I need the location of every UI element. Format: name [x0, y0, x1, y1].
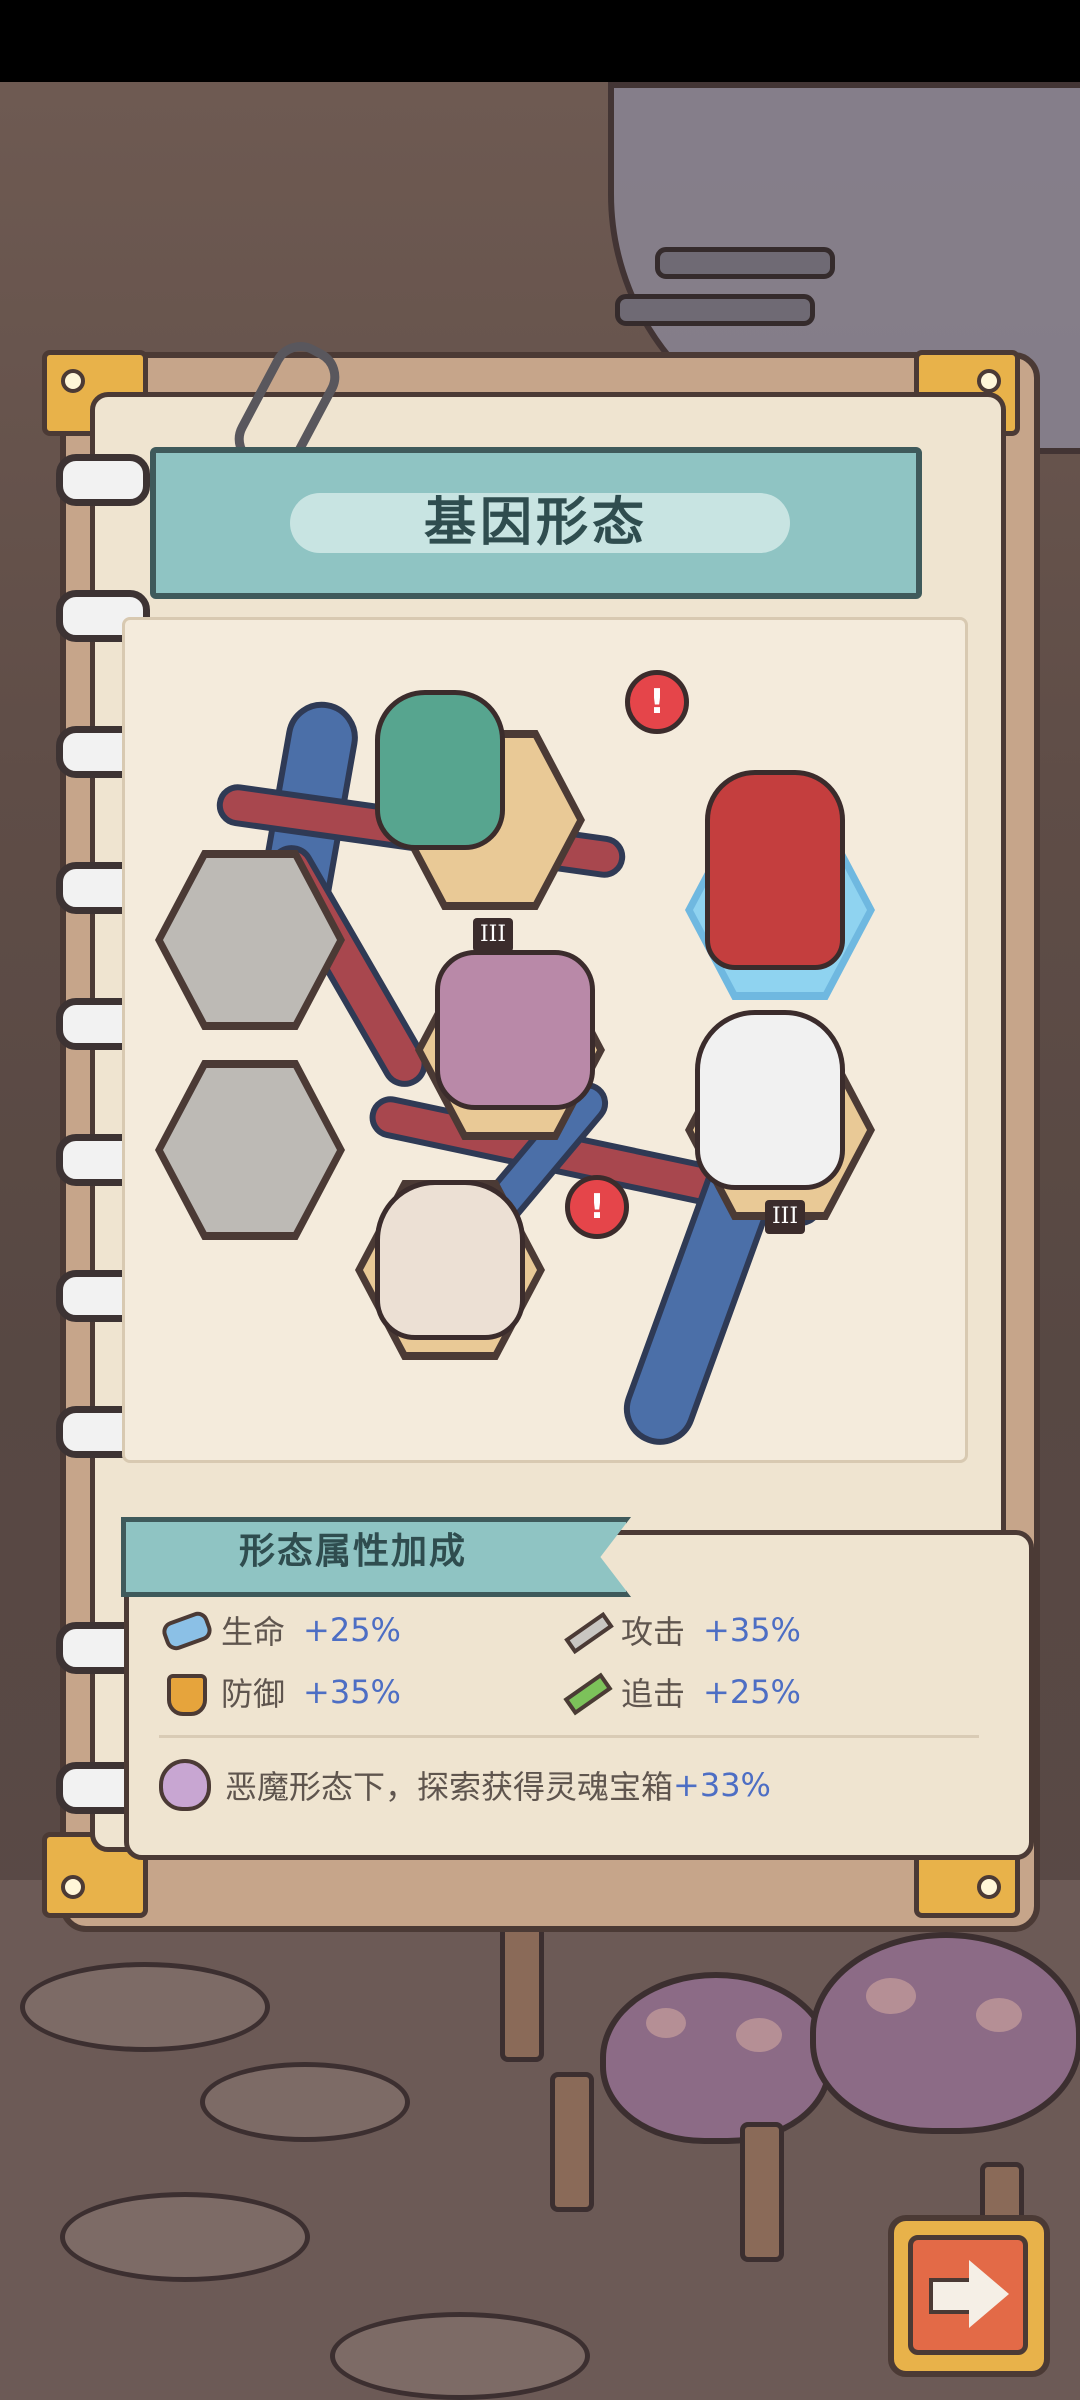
stat-name: 追击: [621, 1675, 686, 1713]
pursuit-arrow-icon: [559, 1670, 613, 1716]
alert-badge-icon: !: [625, 670, 689, 734]
stat-name: 攻击: [621, 1613, 686, 1651]
gene-notebook: 基因形态 ! III III ! 形态属性加成 生命 +25% 攻击 +35% …: [42, 331, 1040, 1932]
page-title: 基因形态: [423, 493, 648, 553]
locked-form-slot[interactable]: [155, 1060, 345, 1240]
title-banner: 基因形态: [150, 447, 922, 599]
stone: [20, 1962, 270, 2052]
tier-badge: III: [473, 918, 513, 952]
bonus-text: 恶魔形态下，探索获得灵魂宝箱: [225, 1768, 674, 1806]
stone: [330, 2312, 590, 2400]
mech-creature: [435, 950, 595, 1110]
form-bonus: 恶魔形态下，探索获得灵魂宝箱 +33%: [159, 1757, 771, 1813]
bonus-value: +33%: [673, 1766, 771, 1804]
stat-name: 防御: [221, 1675, 286, 1713]
attributes-panel: 形态属性加成 生命 +25% 攻击 +35% 防御 +35% 追击 +25% 恶…: [121, 1517, 1034, 1860]
zombie-creature: [375, 690, 505, 850]
defense-shield-icon: [159, 1670, 209, 1716]
divider: [159, 1735, 979, 1738]
fence-post: [500, 1922, 544, 2062]
fence-post: [550, 2072, 594, 2212]
stat-value: +25%: [303, 1611, 401, 1649]
alert-badge-icon: !: [565, 1175, 629, 1239]
demon-creature: [705, 770, 845, 970]
fence-post: [740, 2122, 784, 2262]
snail-creature: [375, 1180, 525, 1340]
stat-value: +35%: [703, 1611, 801, 1649]
stat-value: +25%: [703, 1673, 801, 1711]
attack-sword-icon: [559, 1608, 614, 1655]
binder-ring: [56, 454, 150, 506]
health-pill-icon: [159, 1608, 215, 1654]
stat-row: 追击 +25%: [559, 1667, 801, 1717]
plank: [655, 247, 835, 279]
angel-creature: [695, 1010, 845, 1190]
gene-form-map: ! III III !: [122, 617, 968, 1463]
mushroom: [600, 1972, 832, 2144]
stat-row: 生命 +25%: [159, 1605, 401, 1655]
stone: [60, 2192, 310, 2282]
mushroom: [810, 1932, 1080, 2134]
tier-badge: III: [765, 1200, 805, 1234]
status-bar: [0, 0, 1080, 82]
plank: [615, 294, 815, 326]
next-button[interactable]: [888, 2215, 1050, 2377]
soul-bag-icon: [159, 1759, 211, 1811]
stat-name: 生命: [221, 1613, 286, 1651]
stone: [200, 2062, 410, 2142]
stat-value: +35%: [303, 1673, 401, 1711]
stat-row: 防御 +35%: [159, 1667, 401, 1717]
arrow-right-icon: [908, 2235, 1028, 2355]
attributes-heading: 形态属性加成: [239, 1531, 468, 1572]
stat-row: 攻击 +35%: [559, 1605, 801, 1655]
